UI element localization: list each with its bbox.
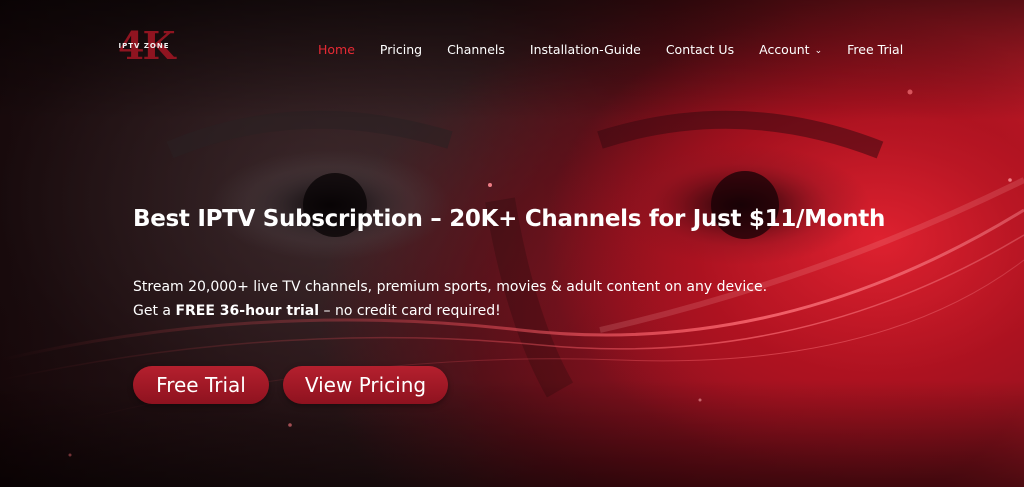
nav-contact-us[interactable]: Contact Us	[666, 42, 734, 57]
free-trial-button[interactable]: Free Trial	[133, 366, 269, 404]
chevron-down-icon: ⌄	[814, 45, 823, 56]
hero-subtext-line2: Get a FREE 36-hour trial – no credit car…	[133, 299, 767, 323]
nav-account[interactable]: Account ⌄	[759, 42, 822, 57]
nav-installation-guide[interactable]: Installation-Guide	[530, 42, 641, 57]
main-nav: Home Pricing Channels Installation-Guide…	[318, 40, 903, 58]
view-pricing-button[interactable]: View Pricing	[283, 366, 448, 404]
nav-account-label: Account	[759, 41, 810, 57]
nav-free-trial[interactable]: Free Trial	[847, 42, 903, 57]
trial-prefix: Get a	[133, 303, 176, 319]
hero-section: 4K IPTV ZONE Home Pricing Channels Insta…	[0, 0, 1024, 487]
logo-text: IPTV ZONE	[118, 42, 170, 50]
nav-pricing[interactable]: Pricing	[380, 42, 422, 57]
trial-highlight: FREE 36-hour trial	[175, 303, 320, 319]
site-logo[interactable]: 4K IPTV ZONE	[112, 24, 176, 72]
hero-subtext-line1: Stream 20,000+ live TV channels, premium…	[133, 279, 768, 295]
nav-channels[interactable]: Channels	[447, 42, 505, 57]
hero-background	[0, 0, 1024, 487]
hero-subtext: Stream 20,000+ live TV channels, premium…	[133, 275, 767, 323]
hero-headline: Best IPTV Subscription – 20K+ Channels f…	[133, 206, 886, 232]
trial-suffix: – no credit card required!	[319, 303, 501, 319]
nav-home[interactable]: Home	[318, 42, 355, 57]
